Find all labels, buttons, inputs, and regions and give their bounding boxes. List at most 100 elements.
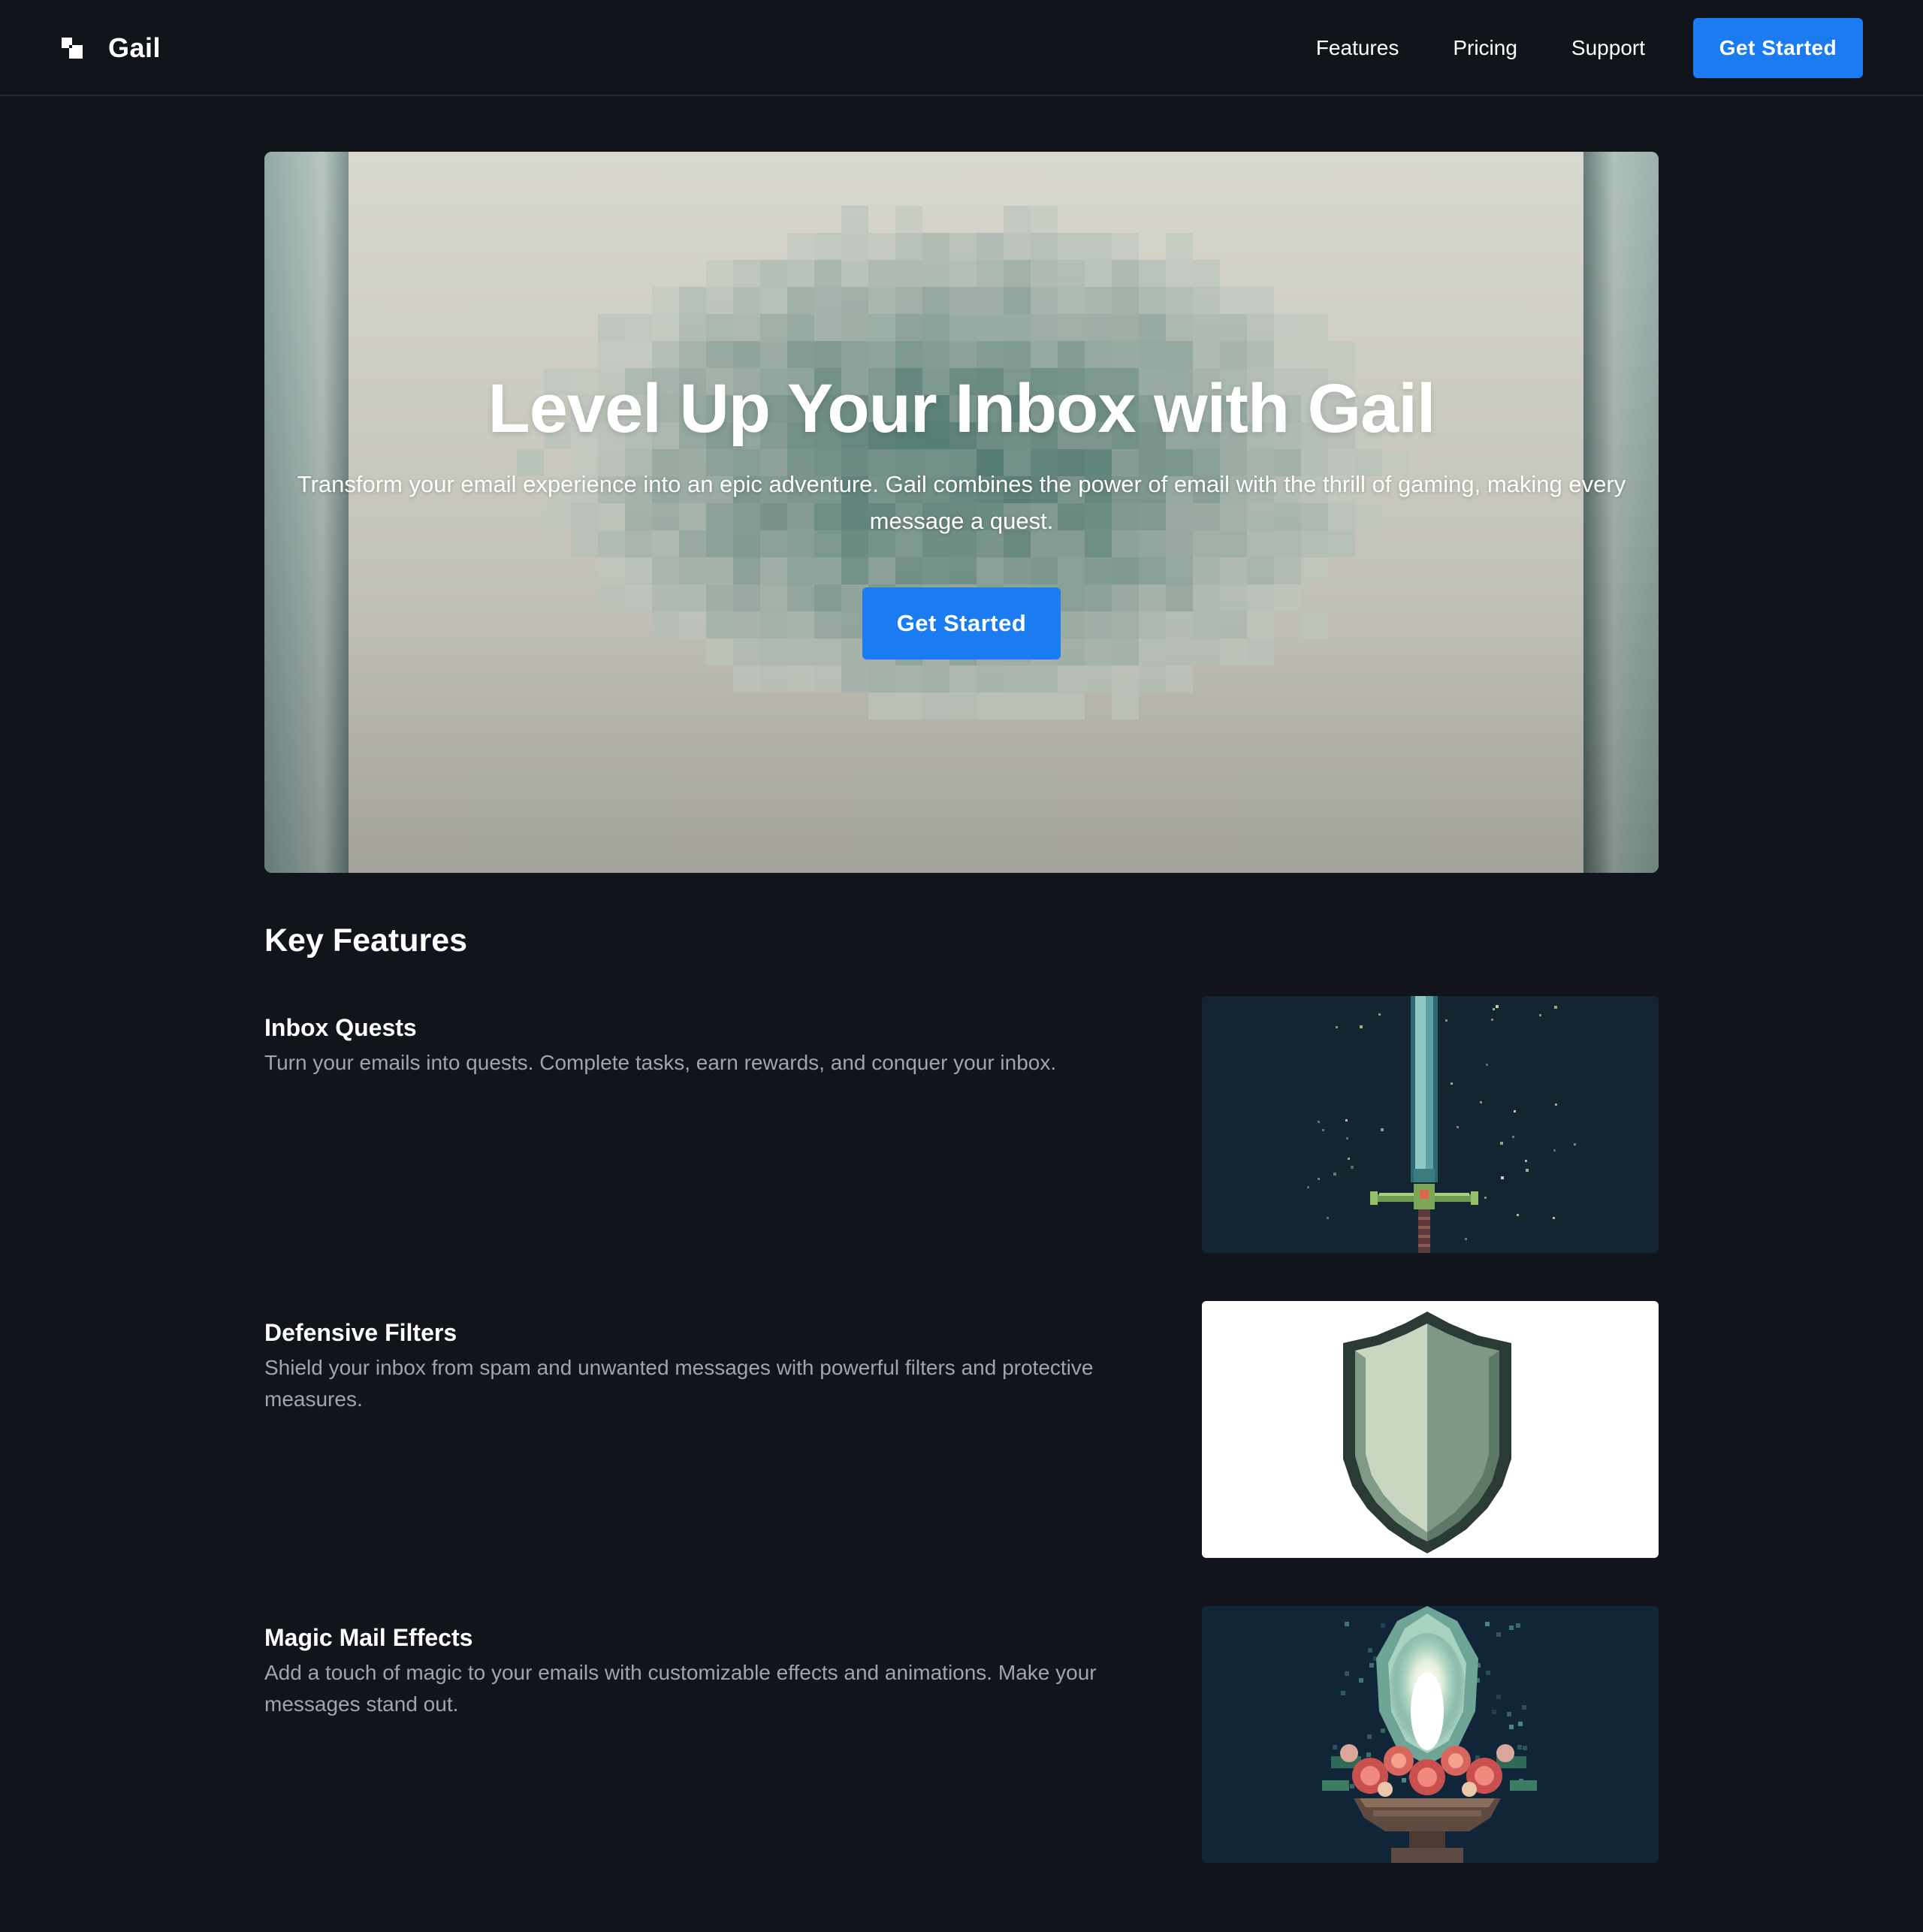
- sparkle: [1555, 1103, 1557, 1106]
- pixel-blob-cell: [1058, 638, 1085, 666]
- pixel-blob-cell: [760, 260, 787, 287]
- pixel-blob-cell: [1247, 557, 1274, 584]
- pixel-blob-cell: [1139, 557, 1166, 584]
- pixel-blob-cell: [733, 287, 760, 314]
- pixel-blob-cell: [1058, 693, 1085, 720]
- pixel-blob-cell: [733, 666, 760, 693]
- pixel-blob-cell: [1247, 314, 1274, 341]
- pixel-blob-cell: [814, 584, 841, 611]
- magic-pixel: [1381, 1728, 1385, 1733]
- pixel-blob-cell: [1058, 666, 1085, 693]
- pixel-blob-cell: [1085, 557, 1112, 584]
- pixel-blob-cell: [868, 666, 895, 693]
- sparkle: [1517, 1214, 1519, 1216]
- nav-link-support[interactable]: Support: [1571, 36, 1645, 60]
- feature-magic-mail-effects: Magic Mail Effects Add a touch of magic …: [264, 1606, 1659, 1878]
- pixel-blob-cell: [1004, 233, 1031, 260]
- sparkle: [1457, 1126, 1459, 1128]
- pixel-blob-cell: [1301, 557, 1328, 584]
- hero-subtitle: Transform your email experience into an …: [297, 471, 1626, 534]
- sparkle: [1553, 1149, 1556, 1152]
- pixel-blob-cell: [652, 584, 679, 611]
- sparkle: [1493, 1008, 1495, 1010]
- pixel-blob-cell: [625, 314, 652, 341]
- pixel-blob-cell: [652, 314, 679, 341]
- pixel-blob-cell: [1112, 611, 1139, 638]
- pixel-blob-cell: [1031, 233, 1058, 260]
- brand[interactable]: Gail: [62, 30, 161, 66]
- pixel-blob-cell: [1058, 260, 1085, 287]
- header-get-started-button[interactable]: Get Started: [1693, 18, 1863, 78]
- pixel-blob-cell: [679, 287, 706, 314]
- sparkle: [1500, 1142, 1503, 1145]
- pixel-blob-cell: [814, 638, 841, 666]
- pixel-blob-cell: [625, 557, 652, 584]
- sparkle: [1514, 1110, 1516, 1112]
- pixel-blob-cell: [1301, 611, 1328, 638]
- pixel-shield-image: [1202, 1301, 1659, 1558]
- pixel-blob-cell: [977, 233, 1004, 260]
- sparkle: [1465, 1238, 1467, 1240]
- nav-link-pricing[interactable]: Pricing: [1453, 36, 1517, 60]
- pixel-blob-cell: [1004, 314, 1031, 341]
- pixel-blob-cell: [1247, 611, 1274, 638]
- pixel-blob-cell: [841, 206, 868, 233]
- key-features-heading: Key Features: [264, 922, 468, 958]
- sparkle: [1333, 1173, 1336, 1176]
- sparkle: [1539, 1014, 1541, 1016]
- feature-defensive-filters: Defensive Filters Shield your inbox from…: [264, 1301, 1659, 1573]
- pixel-blob-cell: [598, 584, 625, 611]
- pixel-blob-cell: [652, 557, 679, 584]
- pixel-blob-cell: [922, 233, 949, 260]
- pixel-blob-cell: [1247, 287, 1274, 314]
- magic-pixel: [1523, 1746, 1527, 1750]
- pixel-blob-cell: [1139, 260, 1166, 287]
- sparkle: [1574, 1143, 1576, 1146]
- pixel-blob-cell: [1058, 557, 1085, 584]
- magic-pixel: [1369, 1663, 1374, 1668]
- sparkle: [1378, 1013, 1381, 1016]
- pixel-blob-cell: [1031, 206, 1058, 233]
- magic-pixel: [1359, 1678, 1363, 1683]
- feature-inbox-quests: Inbox Quests Turn your emails into quest…: [264, 996, 1659, 1268]
- pixel-blob-cell: [598, 557, 625, 584]
- pixel-blob-cell: [1031, 666, 1058, 693]
- pixel-blob-cell: [1004, 287, 1031, 314]
- magic-pixel: [1509, 1725, 1514, 1729]
- magic-pixel: [1516, 1623, 1520, 1628]
- feature-description: Add a touch of magic to your emails with…: [264, 1661, 1097, 1716]
- pixel-blob-cell: [841, 557, 868, 584]
- pixel-blob-cell: [787, 314, 814, 341]
- pixel-blob-cell: [841, 666, 868, 693]
- pixel-blob-cell: [814, 233, 841, 260]
- pixel-blob-cell: [1004, 693, 1031, 720]
- pixel-blob-cell: [787, 233, 814, 260]
- pixel-blob-cell: [895, 206, 922, 233]
- magic-pixel: [1507, 1712, 1511, 1716]
- pixel-blob-cell: [895, 287, 922, 314]
- sparkle: [1345, 1119, 1348, 1121]
- hero-get-started-button[interactable]: Get Started: [862, 587, 1061, 660]
- pixel-blob-cell: [1058, 287, 1085, 314]
- pixel-blob-cell: [1112, 666, 1139, 693]
- pixel-blob-cell: [1085, 260, 1112, 287]
- sparkle: [1360, 1025, 1363, 1028]
- magic-pixel: [1485, 1622, 1490, 1626]
- pixel-blob-cell: [1166, 260, 1193, 287]
- pixel-blob-cell: [895, 260, 922, 287]
- nav-link-features[interactable]: Features: [1316, 36, 1399, 60]
- pixel-blob-cell: [922, 260, 949, 287]
- pixel-blob-cell: [977, 666, 1004, 693]
- pixel-blob-cell: [1112, 557, 1139, 584]
- pixel-blob-cell: [922, 557, 949, 584]
- pixel-blob-cell: [1301, 314, 1328, 341]
- magic-pixel: [1522, 1705, 1526, 1710]
- pixel-blob-cell: [1166, 638, 1193, 666]
- sparkle: [1480, 1101, 1482, 1103]
- pixel-blob-cell: [841, 260, 868, 287]
- sparkle: [1381, 1128, 1384, 1131]
- pixel-blob-cell: [706, 584, 733, 611]
- pixel-blob-cell: [706, 287, 733, 314]
- pixel-blob-cell: [949, 693, 977, 720]
- pixel-blob-cell: [733, 557, 760, 584]
